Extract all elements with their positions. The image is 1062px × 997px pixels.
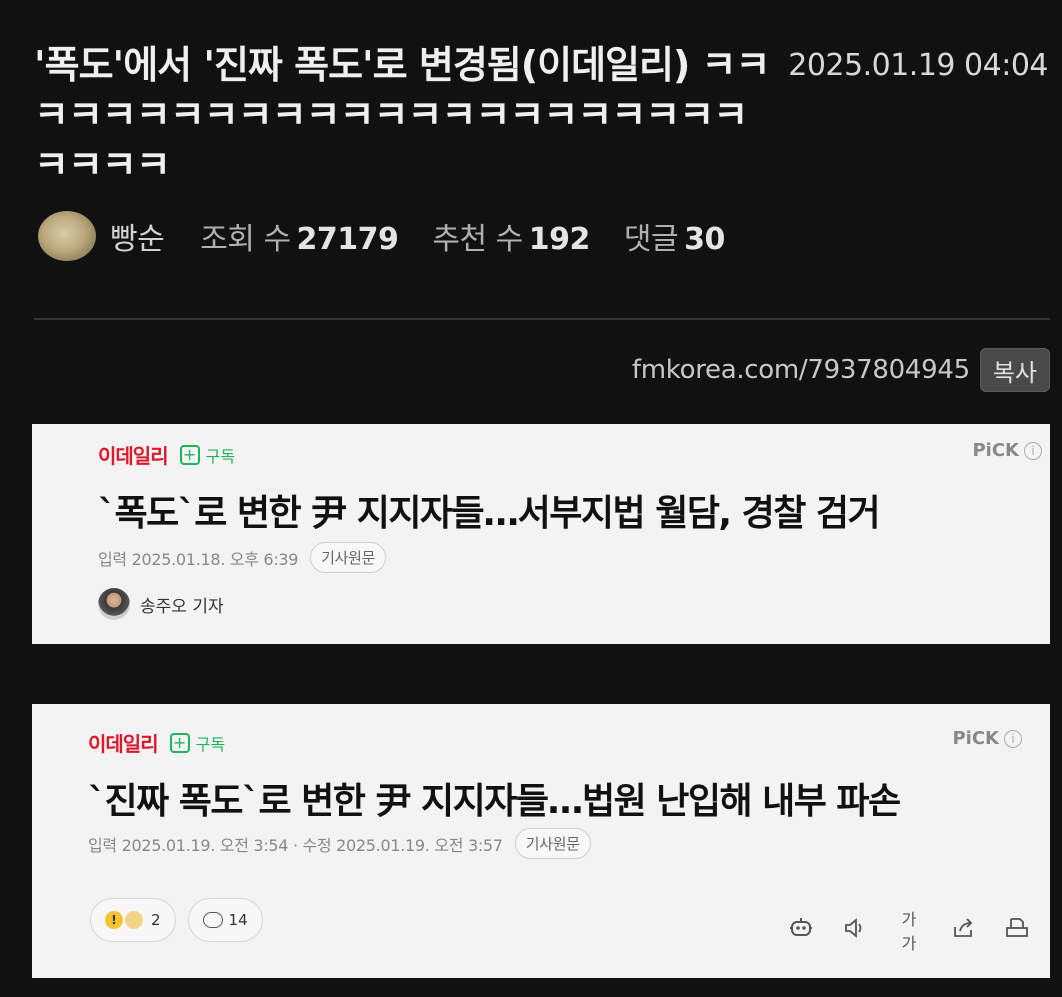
reporter-photo [98, 588, 130, 620]
comment-count-label: 댓글 [623, 222, 679, 257]
view-count-label: 조회 수 [200, 222, 291, 257]
original-article-button[interactable]: 기사원문 [310, 542, 387, 573]
avatar[interactable] [38, 211, 96, 261]
pick-badge[interactable]: PiCK i [952, 728, 1022, 749]
subscribe-button[interactable]: + 구독 [169, 731, 226, 755]
print-icon[interactable] [1004, 915, 1030, 946]
reporter-row[interactable]: 송주오 기자 [98, 588, 224, 620]
reaction-row: ! 2 14 [90, 898, 275, 942]
post-date: 2025.01.19 04:04 [788, 48, 1048, 83]
press-logo[interactable]: 이데일리 [98, 440, 169, 469]
plus-icon: + [169, 732, 190, 753]
share-row: fmkorea.com/7937804945 복사 [632, 346, 1050, 394]
info-icon: i [1004, 729, 1022, 748]
reaction-button[interactable]: ! 2 [90, 898, 176, 942]
reaction-emoji-icon: ! [105, 911, 123, 929]
author-name[interactable]: 빵순 [110, 214, 165, 258]
font-size-icon[interactable]: 가가 [896, 906, 922, 954]
subscribe-label: 구독 [205, 446, 236, 466]
article-date-text: 입력 2025.01.19. 오전 3:54 · 수정 2025.01.19. … [88, 835, 503, 855]
comment-bubble-icon [202, 912, 223, 928]
brand-row: 이데일리 + 구독 [88, 728, 225, 757]
article-headline: `진짜 폭도`로 변한 尹 지지자들…법원 난입해 내부 파손 [88, 781, 901, 822]
share-icon[interactable] [950, 915, 976, 946]
info-icon: i [1024, 441, 1042, 460]
article-dates: 입력 2025.01.19. 오전 3:54 · 수정 2025.01.19. … [88, 828, 591, 859]
view-count: 조회 수 27179 [200, 214, 399, 258]
subscribe-button[interactable]: + 구독 [179, 443, 236, 467]
subscribe-label: 구독 [195, 734, 226, 754]
reporter-name: 송주오 기자 [140, 596, 224, 617]
like-count: 추천 수 192 [432, 214, 591, 258]
view-count-value: 27179 [296, 222, 399, 257]
comment-count[interactable]: 댓글 30 [624, 214, 725, 258]
reaction-emoji-icon [125, 911, 143, 929]
divider [34, 318, 1050, 320]
article-card-1: 이데일리 + 구독 PiCK i `폭도`로 변한 尹 지지자들…서부지법 월담… [32, 424, 1050, 644]
reaction-count: 2 [151, 911, 161, 929]
pick-label: PiCK [972, 440, 1019, 461]
comment-button[interactable]: 14 [187, 898, 263, 942]
press-logo[interactable]: 이데일리 [88, 728, 159, 757]
comment-count: 14 [228, 911, 248, 929]
like-count-value: 192 [528, 222, 591, 257]
robot-summary-icon[interactable] [788, 915, 814, 946]
article-dates: 입력 2025.01.18. 오후 6:39 기사원문 [98, 542, 387, 573]
plus-icon: + [179, 444, 200, 465]
pick-label: PiCK [952, 728, 999, 749]
copy-url-button[interactable]: 복사 [979, 348, 1050, 392]
pick-badge[interactable]: PiCK i [972, 440, 1042, 461]
article-date-text: 입력 2025.01.18. 오후 6:39 [98, 549, 299, 569]
speaker-icon[interactable] [842, 915, 868, 946]
brand-row: 이데일리 + 구독 [98, 440, 235, 469]
post-title: '폭도'에서 '진짜 폭도'로 변경됨(이데일리) ㅋㅋㅋㅋㅋㅋㅋㅋㅋㅋㅋㅋㅋㅋ… [34, 43, 770, 187]
comment-count-value: 30 [684, 222, 725, 257]
post-url[interactable]: fmkorea.com/7937804945 [632, 355, 970, 385]
like-count-label: 추천 수 [432, 222, 523, 257]
article-toolbar: 가가 [760, 906, 1030, 954]
post-meta: 빵순 조회 수 27179 추천 수 192 댓글 30 [38, 206, 759, 266]
original-article-button[interactable]: 기사원문 [514, 828, 591, 859]
article-card-2: 이데일리 + 구독 PiCK i `진짜 폭도`로 변한 尹 지지자들…법원 난… [32, 704, 1050, 978]
article-headline: `폭도`로 변한 尹 지지자들…서부지법 월담, 경찰 검거 [98, 493, 881, 534]
